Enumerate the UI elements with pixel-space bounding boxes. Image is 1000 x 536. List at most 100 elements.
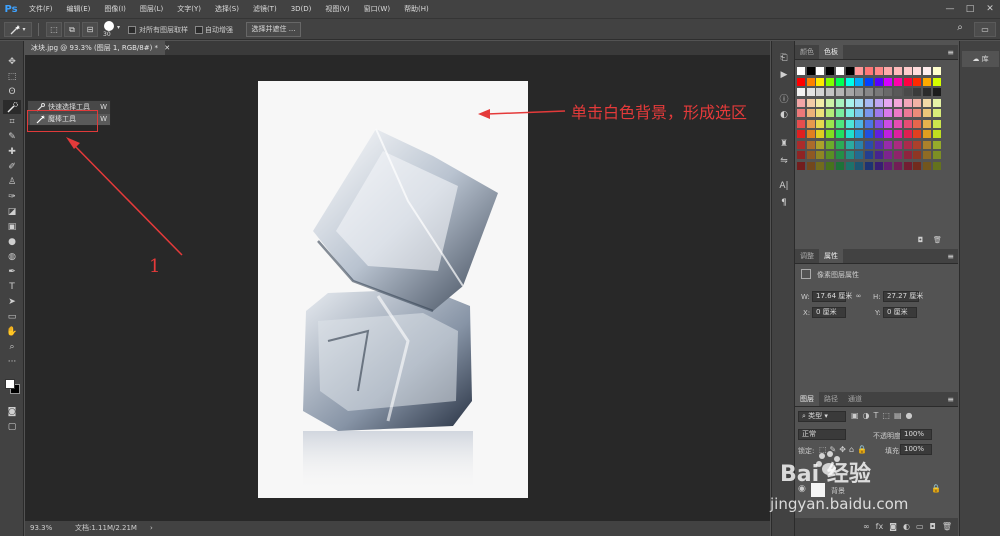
document-tab[interactable]: 冰块.jpg @ 93.3% (图层 1, RGB/8#) * ✕: [25, 41, 170, 55]
swatch[interactable]: [884, 77, 893, 86]
type-tool[interactable]: T: [3, 280, 21, 294]
tab-layers[interactable]: 图层: [795, 392, 819, 406]
swatch[interactable]: [797, 67, 805, 75]
color-swatches[interactable]: [4, 377, 20, 397]
brush-preset-icon[interactable]: ♜: [776, 137, 792, 151]
menu-type[interactable]: 文字(Y): [170, 0, 208, 18]
swatch[interactable]: [826, 151, 835, 159]
swatch[interactable]: [845, 88, 854, 96]
new-swatch-icon[interactable]: ◘: [915, 235, 926, 246]
swatch[interactable]: [874, 109, 883, 117]
subtract-selection-button[interactable]: ⊟: [82, 22, 98, 37]
swatch[interactable]: [835, 88, 844, 96]
swatch[interactable]: [864, 88, 873, 96]
swatch[interactable]: [826, 161, 835, 170]
swatch[interactable]: [864, 161, 873, 170]
menu-select[interactable]: 选择(S): [208, 0, 246, 18]
swatch[interactable]: [923, 77, 932, 86]
lasso-tool[interactable]: ʘ: [3, 85, 21, 99]
swatch[interactable]: [923, 67, 932, 75]
more-tools[interactable]: ···: [3, 355, 21, 369]
swatch[interactable]: [903, 88, 912, 96]
swatch[interactable]: [923, 140, 932, 149]
swatch[interactable]: [932, 130, 941, 138]
swatch[interactable]: [932, 67, 941, 75]
swatch[interactable]: [845, 109, 854, 117]
swatch[interactable]: [864, 140, 873, 149]
swatch[interactable]: [864, 130, 873, 138]
menu-image[interactable]: 图像(I): [97, 0, 133, 18]
swatch[interactable]: [874, 151, 883, 159]
swatch[interactable]: [923, 98, 932, 107]
character-icon[interactable]: A|: [776, 179, 792, 193]
swatch[interactable]: [816, 140, 825, 149]
shape-tool[interactable]: ▭: [3, 310, 21, 324]
swatch[interactable]: [884, 67, 893, 75]
swatch[interactable]: [913, 98, 922, 107]
swatch[interactable]: [816, 88, 825, 96]
swatch[interactable]: [816, 161, 825, 170]
tab-color[interactable]: 颜色: [795, 45, 819, 59]
search-icon[interactable]: ⌕: [952, 22, 968, 37]
swatch[interactable]: [913, 67, 922, 75]
swatch[interactable]: [845, 140, 854, 149]
swatch[interactable]: [923, 151, 932, 159]
swatch[interactable]: [845, 119, 854, 128]
quick-selection-tool[interactable]: [3, 100, 21, 114]
marquee-tool[interactable]: ⬚: [3, 70, 21, 84]
swatch[interactable]: [903, 140, 912, 149]
swatch[interactable]: [845, 161, 854, 170]
swatch-grid[interactable]: [797, 67, 943, 175]
path-selection-tool[interactable]: ➤: [3, 295, 21, 309]
swatch[interactable]: [913, 140, 922, 149]
sample-all-layers-checkbox[interactable]: [128, 26, 136, 34]
swatch[interactable]: [903, 130, 912, 138]
swatch[interactable]: [835, 109, 844, 117]
swatch[interactable]: [855, 161, 864, 170]
swatch[interactable]: [845, 98, 854, 107]
swatch[interactable]: [903, 77, 912, 86]
pen-tool[interactable]: ✒: [3, 265, 21, 279]
swatch[interactable]: [816, 77, 825, 86]
swatch[interactable]: [797, 130, 805, 138]
quick-mask-button[interactable]: ◙: [3, 405, 21, 419]
swatch[interactable]: [845, 67, 854, 75]
swatch[interactable]: [816, 109, 825, 117]
swatch[interactable]: [806, 88, 815, 96]
swatch[interactable]: [797, 77, 805, 86]
panel-menu-icon[interactable]: ≡: [947, 392, 958, 406]
swatch[interactable]: [884, 119, 893, 128]
swatch[interactable]: [797, 98, 805, 107]
menu-view[interactable]: 视图(V): [318, 0, 356, 18]
swatch[interactable]: [855, 88, 864, 96]
swatch[interactable]: [797, 88, 805, 96]
actions-play-icon[interactable]: ▶: [776, 68, 792, 82]
swatch[interactable]: [826, 98, 835, 107]
y-field[interactable]: 0 厘米: [883, 307, 917, 318]
link-icon[interactable]: ∞: [853, 291, 864, 302]
clone-stamp-tool[interactable]: ♙: [3, 175, 21, 189]
swatch[interactable]: [816, 98, 825, 107]
clone-source-icon[interactable]: ⇋: [776, 154, 792, 168]
swatch[interactable]: [855, 140, 864, 149]
menu-3d[interactable]: 3D(D): [284, 0, 319, 18]
swatch[interactable]: [806, 98, 815, 107]
swatch[interactable]: [806, 119, 815, 128]
swatch[interactable]: [835, 67, 844, 75]
height-field[interactable]: 27.27 厘米: [883, 291, 923, 302]
x-field[interactable]: 0 厘米: [812, 307, 846, 318]
swatch[interactable]: [874, 88, 883, 96]
swatch[interactable]: [864, 119, 873, 128]
swatch[interactable]: [932, 77, 941, 86]
swatch[interactable]: [903, 98, 912, 107]
swatch[interactable]: [903, 161, 912, 170]
swatch[interactable]: [826, 130, 835, 138]
swatch[interactable]: [894, 161, 902, 170]
info-icon[interactable]: ⓘ: [776, 91, 792, 105]
swatch[interactable]: [932, 151, 941, 159]
swatch[interactable]: [903, 119, 912, 128]
swatch[interactable]: [932, 140, 941, 149]
minimize-button[interactable]: —: [940, 0, 960, 18]
close-button[interactable]: ✕: [980, 0, 1000, 18]
swatch[interactable]: [884, 161, 893, 170]
